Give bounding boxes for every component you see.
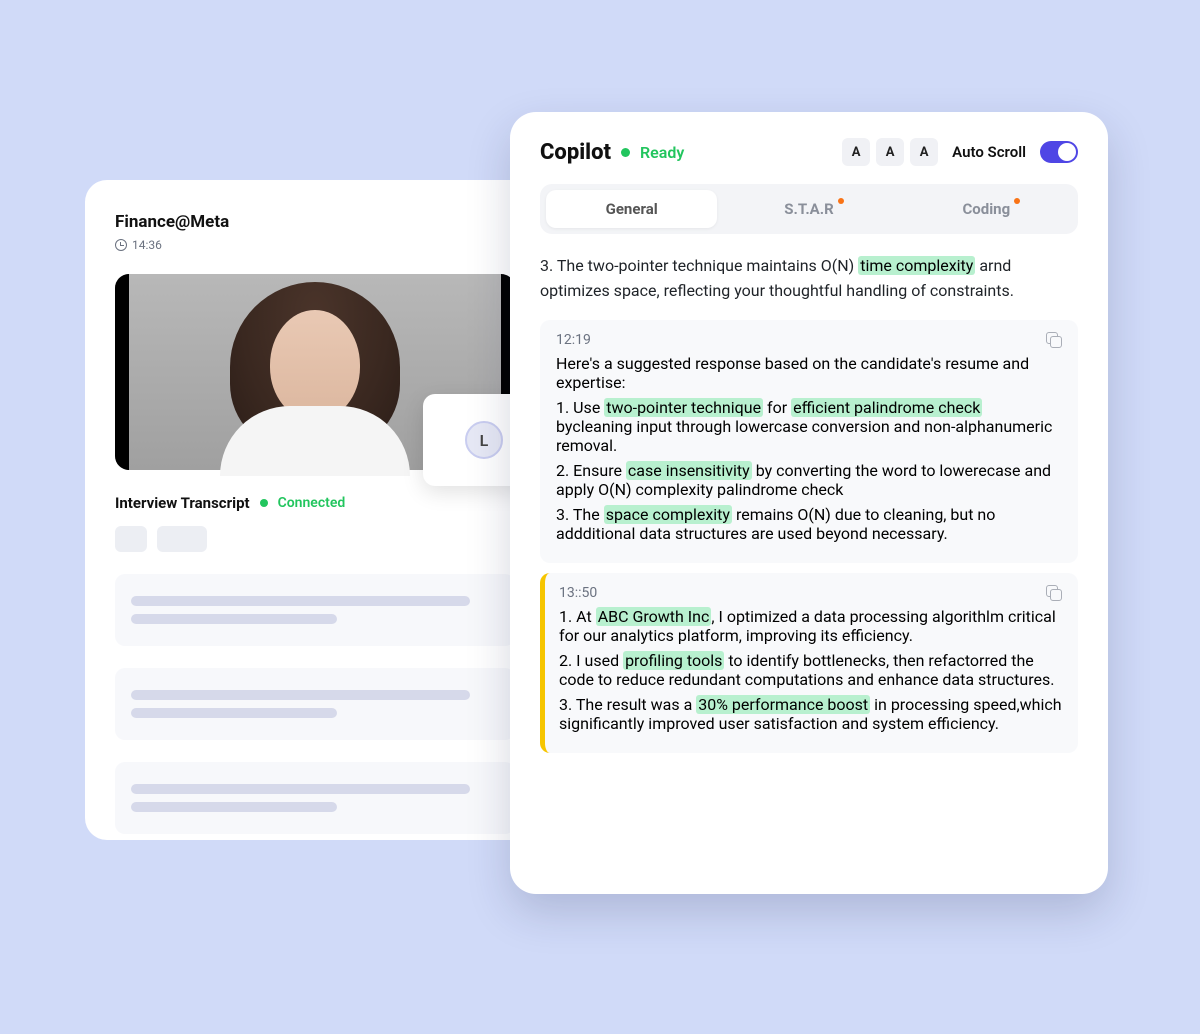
video-letterbox <box>115 274 129 470</box>
status-dot-icon <box>621 148 630 157</box>
highlight: two-pointer technique <box>604 398 763 417</box>
tab-coding[interactable]: Coding <box>901 190 1072 228</box>
status-dot-icon <box>260 499 268 507</box>
transcript-skeleton <box>115 574 515 646</box>
message-fragment: 3. The two-pointer technique maintains O… <box>540 248 1078 310</box>
self-avatar: L <box>465 421 503 459</box>
copilot-messages: 3. The two-pointer technique maintains O… <box>540 248 1078 753</box>
message-timestamp: 13::50 <box>559 585 597 601</box>
tab-label: S.T.A.R <box>784 200 833 218</box>
video-feed: L <box>115 274 515 470</box>
highlight: space complexity <box>604 505 732 524</box>
message-text: 3. The result was a <box>559 695 696 714</box>
auto-scroll-toggle[interactable] <box>1040 141 1078 163</box>
copy-icon[interactable] <box>1046 332 1062 348</box>
copilot-tabs: General S.T.A.R Coding <box>540 184 1078 234</box>
notification-dot-icon <box>1014 198 1020 204</box>
highlight: ABC Growth Inc <box>596 607 712 626</box>
message-card: 12:19 Here's a suggested response based … <box>540 320 1078 563</box>
copy-icon[interactable] <box>1046 585 1062 601</box>
notification-dot-icon <box>838 198 844 204</box>
font-size-large-button[interactable]: A <box>910 138 938 166</box>
transcript-skeleton <box>115 762 515 834</box>
tab-label: Coding <box>962 200 1010 218</box>
message-text: bycleaning input through lowercase conve… <box>556 417 1052 455</box>
toolbar-placeholder[interactable] <box>115 526 147 552</box>
clock-icon <box>115 239 127 251</box>
copilot-panel: Copilot Ready A A A Auto Scroll General … <box>510 112 1108 894</box>
message-text: Here's a suggested response based on the… <box>556 354 1062 392</box>
message-text: 3. The two-pointer technique maintains O… <box>540 256 858 275</box>
highlight: time complexity <box>858 256 975 275</box>
message-text: 1. At <box>559 607 596 626</box>
message-text: 1. Use <box>556 398 604 417</box>
copilot-header: Copilot Ready A A A Auto Scroll <box>540 138 1078 166</box>
highlight: efficient palindrome check <box>791 398 982 417</box>
message-text: 3. The <box>556 505 604 524</box>
font-size-medium-button[interactable]: A <box>876 138 904 166</box>
highlight: profiling tools <box>623 651 724 670</box>
highlight: 30% performance boost <box>696 695 870 714</box>
meeting-time-value: 14:36 <box>132 238 162 252</box>
tab-general[interactable]: General <box>546 190 717 228</box>
tab-star[interactable]: S.T.A.R <box>723 190 894 228</box>
message-text: 2. Ensure <box>556 461 626 480</box>
transcript-status: Connected <box>278 495 346 511</box>
transcript-skeleton <box>115 668 515 740</box>
message-text: 2. I used <box>559 651 623 670</box>
message-card-highlighted: 13::50 1. At ABC Growth Inc, I optimized… <box>540 573 1078 753</box>
transcript-title-text: Interview Transcript <box>115 494 250 512</box>
font-size-small-button[interactable]: A <box>842 138 870 166</box>
person-image <box>215 278 415 458</box>
toolbar-placeholder[interactable] <box>157 526 207 552</box>
message-timestamp: 12:19 <box>556 332 591 348</box>
font-size-buttons: A A A <box>842 138 938 166</box>
tab-label: General <box>606 200 658 218</box>
copilot-status: Ready <box>640 143 684 162</box>
highlight: case insensitivity <box>626 461 752 480</box>
copilot-title: Copilot <box>540 140 611 165</box>
auto-scroll-label: Auto Scroll <box>952 143 1026 161</box>
message-text: for <box>763 398 791 417</box>
